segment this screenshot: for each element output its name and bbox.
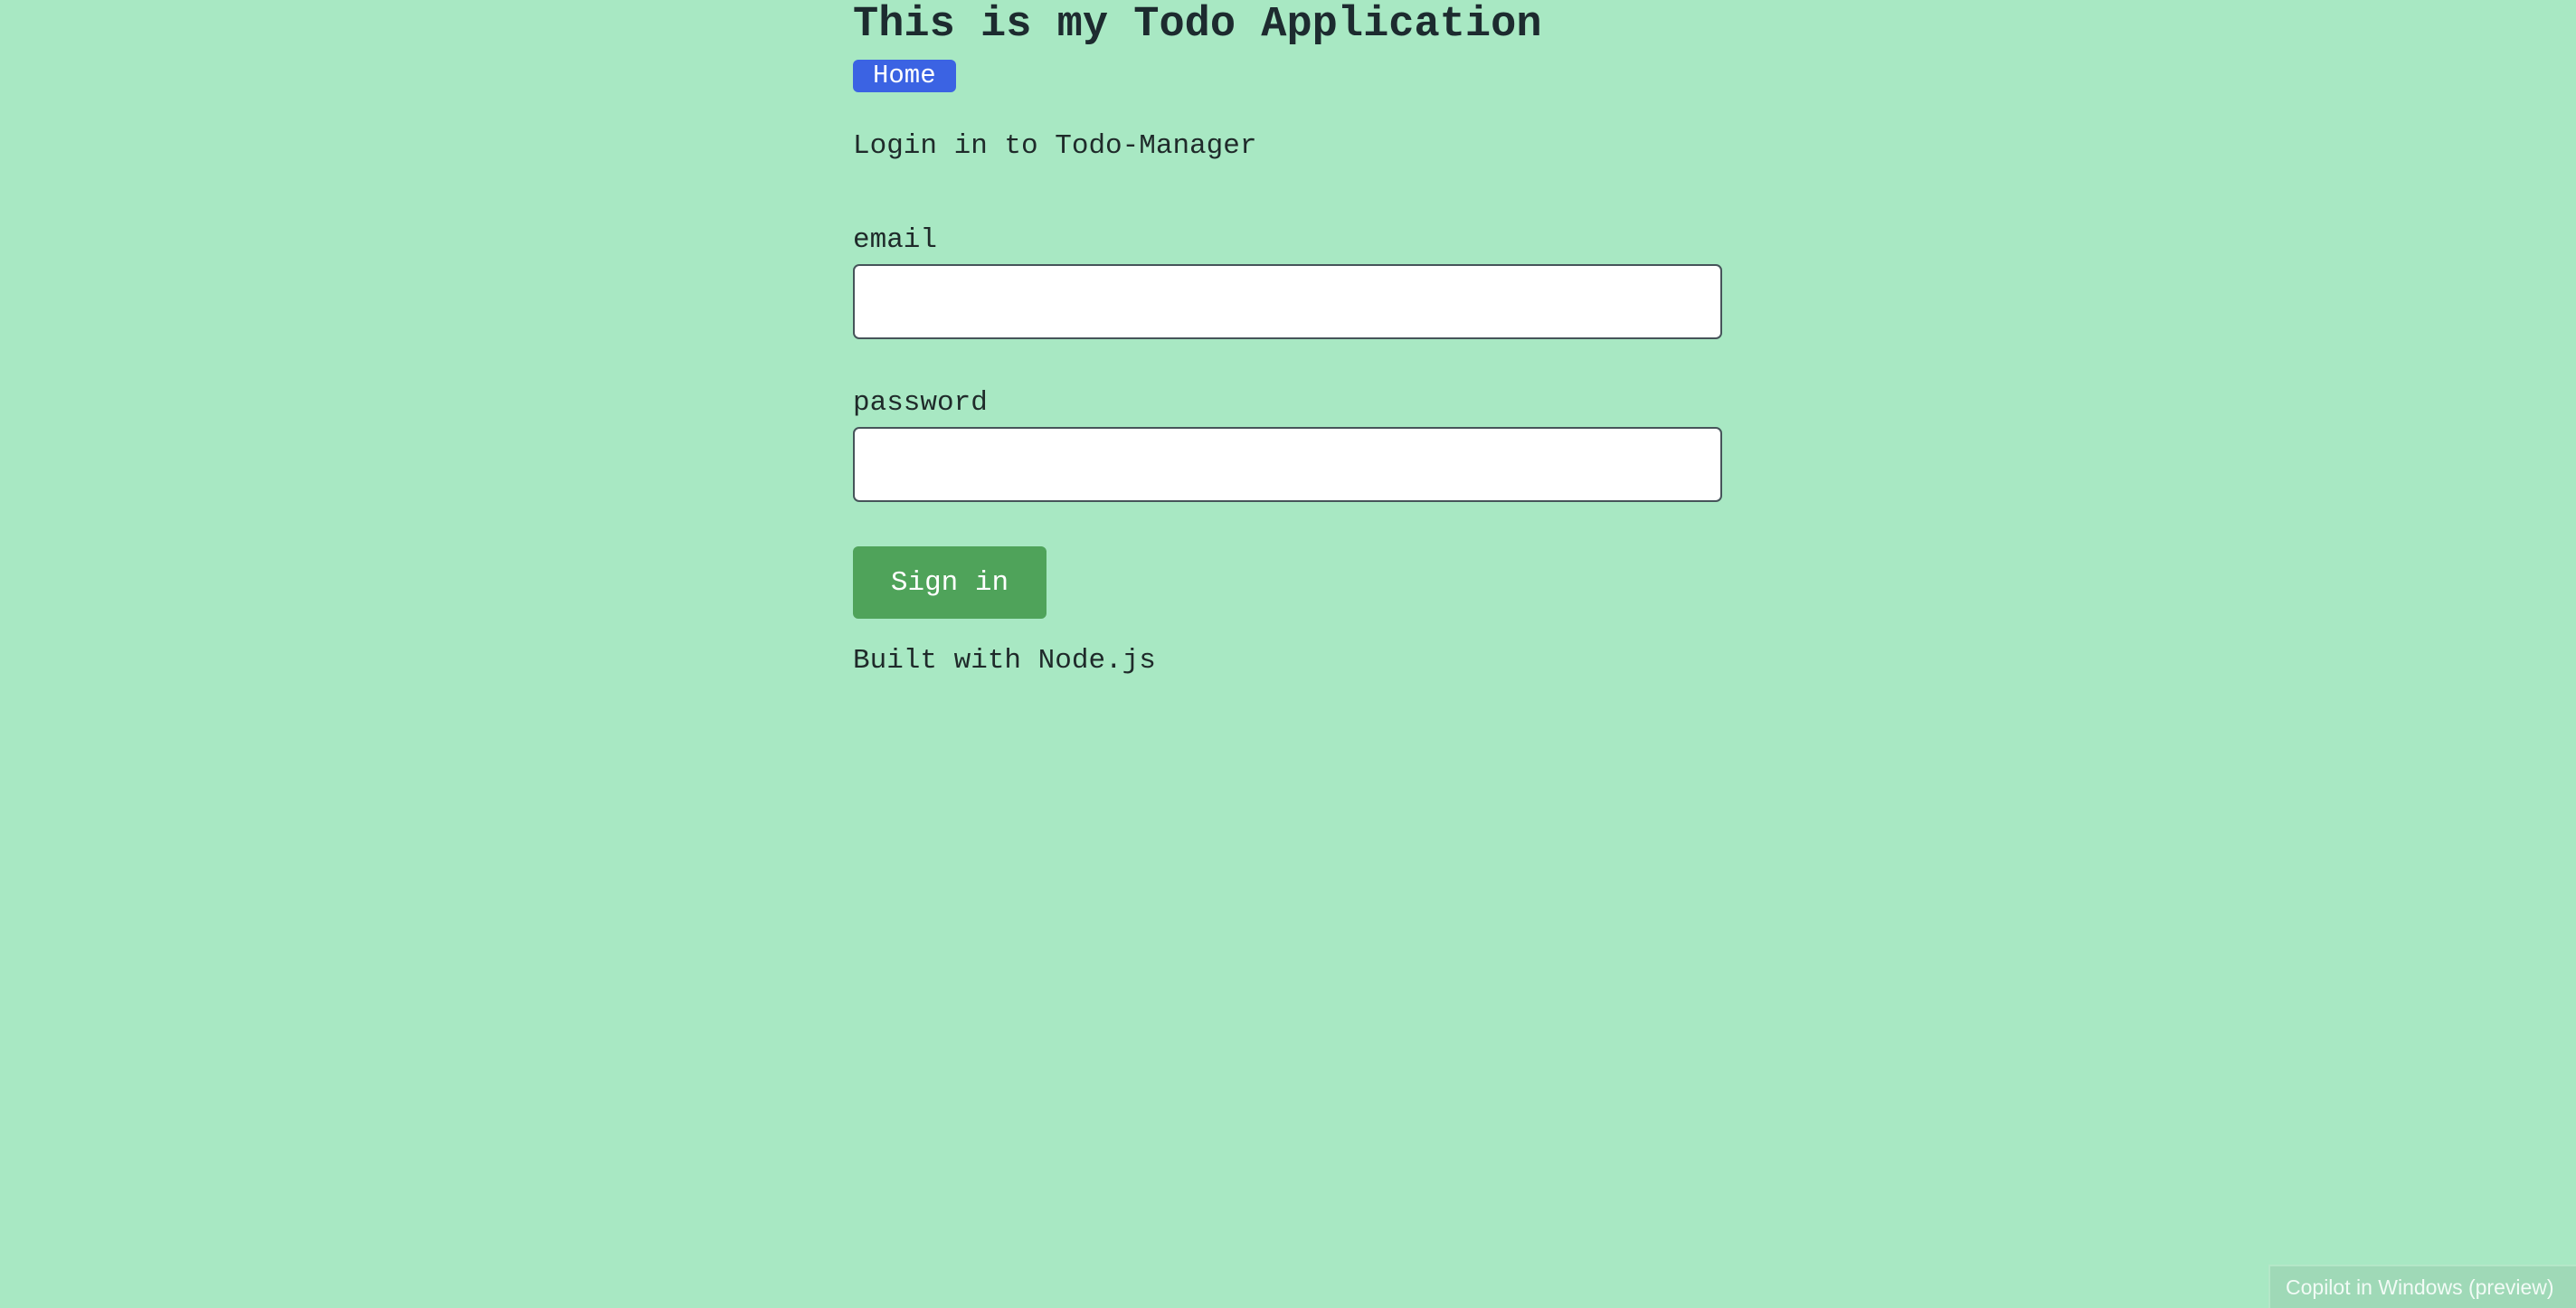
login-heading: Login in to Todo-Manager	[853, 130, 1257, 162]
email-label: email	[853, 224, 938, 256]
password-label: password	[853, 387, 988, 419]
email-field[interactable]	[853, 264, 1722, 339]
page-title: This is my Todo Application	[853, 1, 1542, 49]
sign-in-button[interactable]: Sign in	[853, 546, 1046, 619]
copilot-preview-badge[interactable]: Copilot in Windows (preview)	[2268, 1265, 2576, 1308]
footer-text: Built with Node.js	[853, 645, 1156, 677]
home-button[interactable]: Home	[853, 60, 956, 92]
password-field[interactable]	[853, 427, 1722, 502]
